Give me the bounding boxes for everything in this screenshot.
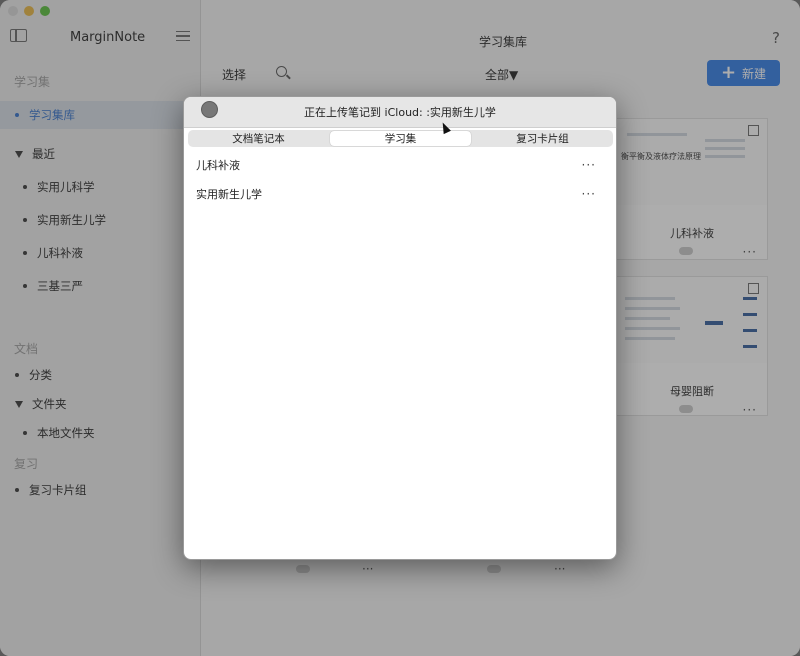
icloud-upload-dialog: 正在上传笔记到 iCloud: :实用新生儿学 文档笔记本 学习集 复习卡片组 … [183,96,617,560]
tab-study-sets[interactable]: 学习集 [330,131,471,146]
more-icon[interactable]: ··· [582,158,596,172]
dialog-header: 正在上传笔记到 iCloud: :实用新生儿学 [184,97,616,128]
list-item[interactable]: 实用新生儿学 ··· [184,180,616,208]
list-item-label: 实用新生儿学 [196,188,262,201]
more-icon[interactable]: ··· [582,187,596,201]
list-item-label: 儿科补液 [196,159,240,172]
tab-review-decks[interactable]: 复习卡片组 [472,130,613,147]
list-item[interactable]: 儿科补液 ··· [184,151,616,179]
segmented-control: 文档笔记本 学习集 复习卡片组 [188,130,613,147]
dialog-title: 正在上传笔记到 iCloud: :实用新生儿学 [304,106,496,119]
tab-document-notebooks[interactable]: 文档笔记本 [188,130,329,147]
